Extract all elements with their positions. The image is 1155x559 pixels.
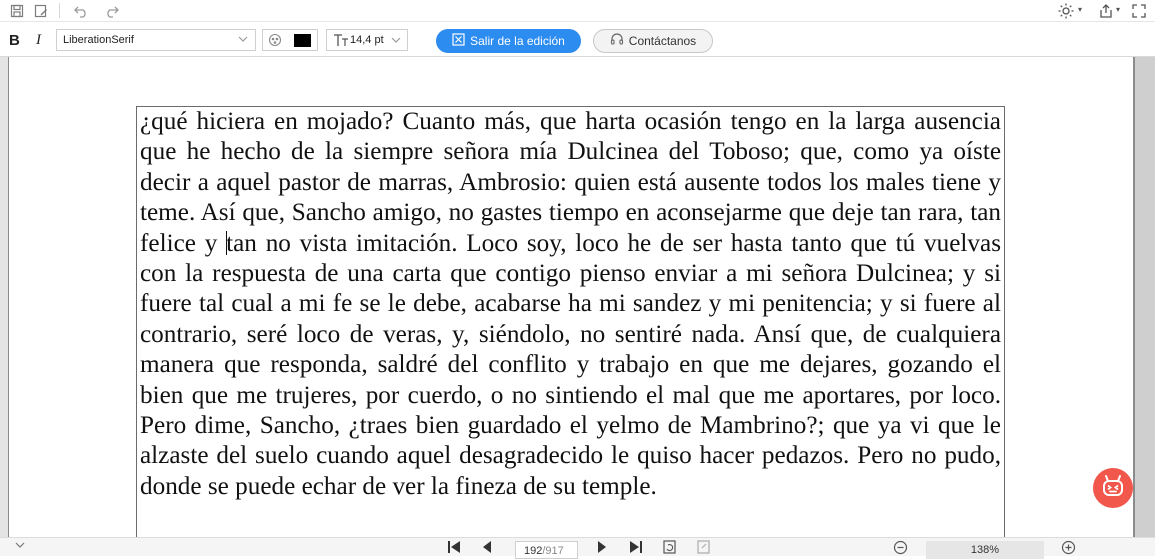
contact-label: Contáctanos (628, 34, 697, 48)
font-family-select[interactable]: LiberationSerif (56, 29, 256, 51)
text-after-caret: tan no vista imitación. Loco soy, loco h… (140, 229, 1002, 500)
share-dropdown-arrow[interactable]: ▾ (1116, 5, 1120, 14)
top-toolbar: ▾ ▾ (0, 0, 1155, 22)
italic-button[interactable]: I (36, 32, 41, 49)
contact-button[interactable]: Contáctanos (593, 29, 713, 53)
exit-edit-button[interactable]: Salir de la edición (436, 29, 581, 53)
zoom-level-select[interactable]: 138% (926, 541, 1044, 559)
zoom-out-icon[interactable] (893, 540, 908, 558)
share-icon[interactable] (1097, 2, 1115, 20)
exit-edit-label: Salir de la edición (470, 34, 565, 48)
previous-page-icon[interactable] (481, 540, 493, 557)
fullscreen-icon[interactable] (1130, 2, 1148, 20)
vertical-scrollbar[interactable] (1133, 57, 1155, 537)
first-page-icon[interactable] (446, 540, 462, 557)
headset-icon (610, 32, 624, 50)
collapse-chevron-icon[interactable] (14, 538, 26, 556)
font-size-select[interactable]: 14,4 pt (326, 29, 408, 51)
brightness-dropdown-arrow[interactable]: ▾ (1078, 5, 1082, 14)
total-pages: /917 (542, 545, 564, 557)
bold-button[interactable]: B (9, 32, 20, 49)
chevron-down-icon (237, 33, 249, 48)
assistant-fab-button[interactable] (1093, 468, 1133, 508)
last-page-icon[interactable] (628, 540, 644, 557)
document-workspace: ¿qué hiciera en mojado? Cuanto más, que … (0, 57, 1155, 546)
close-box-icon (452, 33, 465, 49)
save-icon[interactable] (8, 2, 26, 20)
font-size-value: 14,4 pt (350, 34, 384, 46)
left-gutter (0, 57, 8, 537)
page-layout-icon[interactable] (696, 540, 712, 557)
redo-icon[interactable] (103, 2, 121, 20)
save-as-icon[interactable] (32, 2, 50, 20)
editable-text-box[interactable]: ¿qué hiciera en mojado? Cuanto más, que … (136, 106, 1005, 546)
text-size-icon (333, 33, 349, 50)
robot-assistant-icon (1100, 473, 1126, 504)
zoom-in-icon[interactable] (1061, 540, 1076, 558)
text-color-picker[interactable] (262, 29, 318, 51)
page-number-input[interactable]: 192/917 (515, 541, 578, 559)
font-family-value: LiberationSerif (63, 34, 134, 46)
format-toolbar: B I LiberationSerif 14,4 pt Salir de la … (0, 23, 1155, 57)
chevron-down-icon (390, 34, 402, 49)
paragraph: ¿qué hiciera en mojado? Cuanto más, que … (140, 107, 1001, 502)
rotate-page-icon[interactable] (662, 540, 678, 557)
current-page: 192 (524, 545, 543, 557)
next-page-icon[interactable] (596, 540, 608, 557)
text-color-swatch (294, 34, 311, 47)
toolbar-separator (59, 3, 60, 18)
page-edge (8, 57, 9, 537)
zoom-level-value: 138% (970, 544, 1000, 556)
bottom-navigation-bar: 192/917 138% (0, 537, 1155, 559)
color-fill-icon (268, 33, 282, 52)
brightness-icon[interactable] (1057, 2, 1075, 20)
undo-icon[interactable] (72, 2, 90, 20)
